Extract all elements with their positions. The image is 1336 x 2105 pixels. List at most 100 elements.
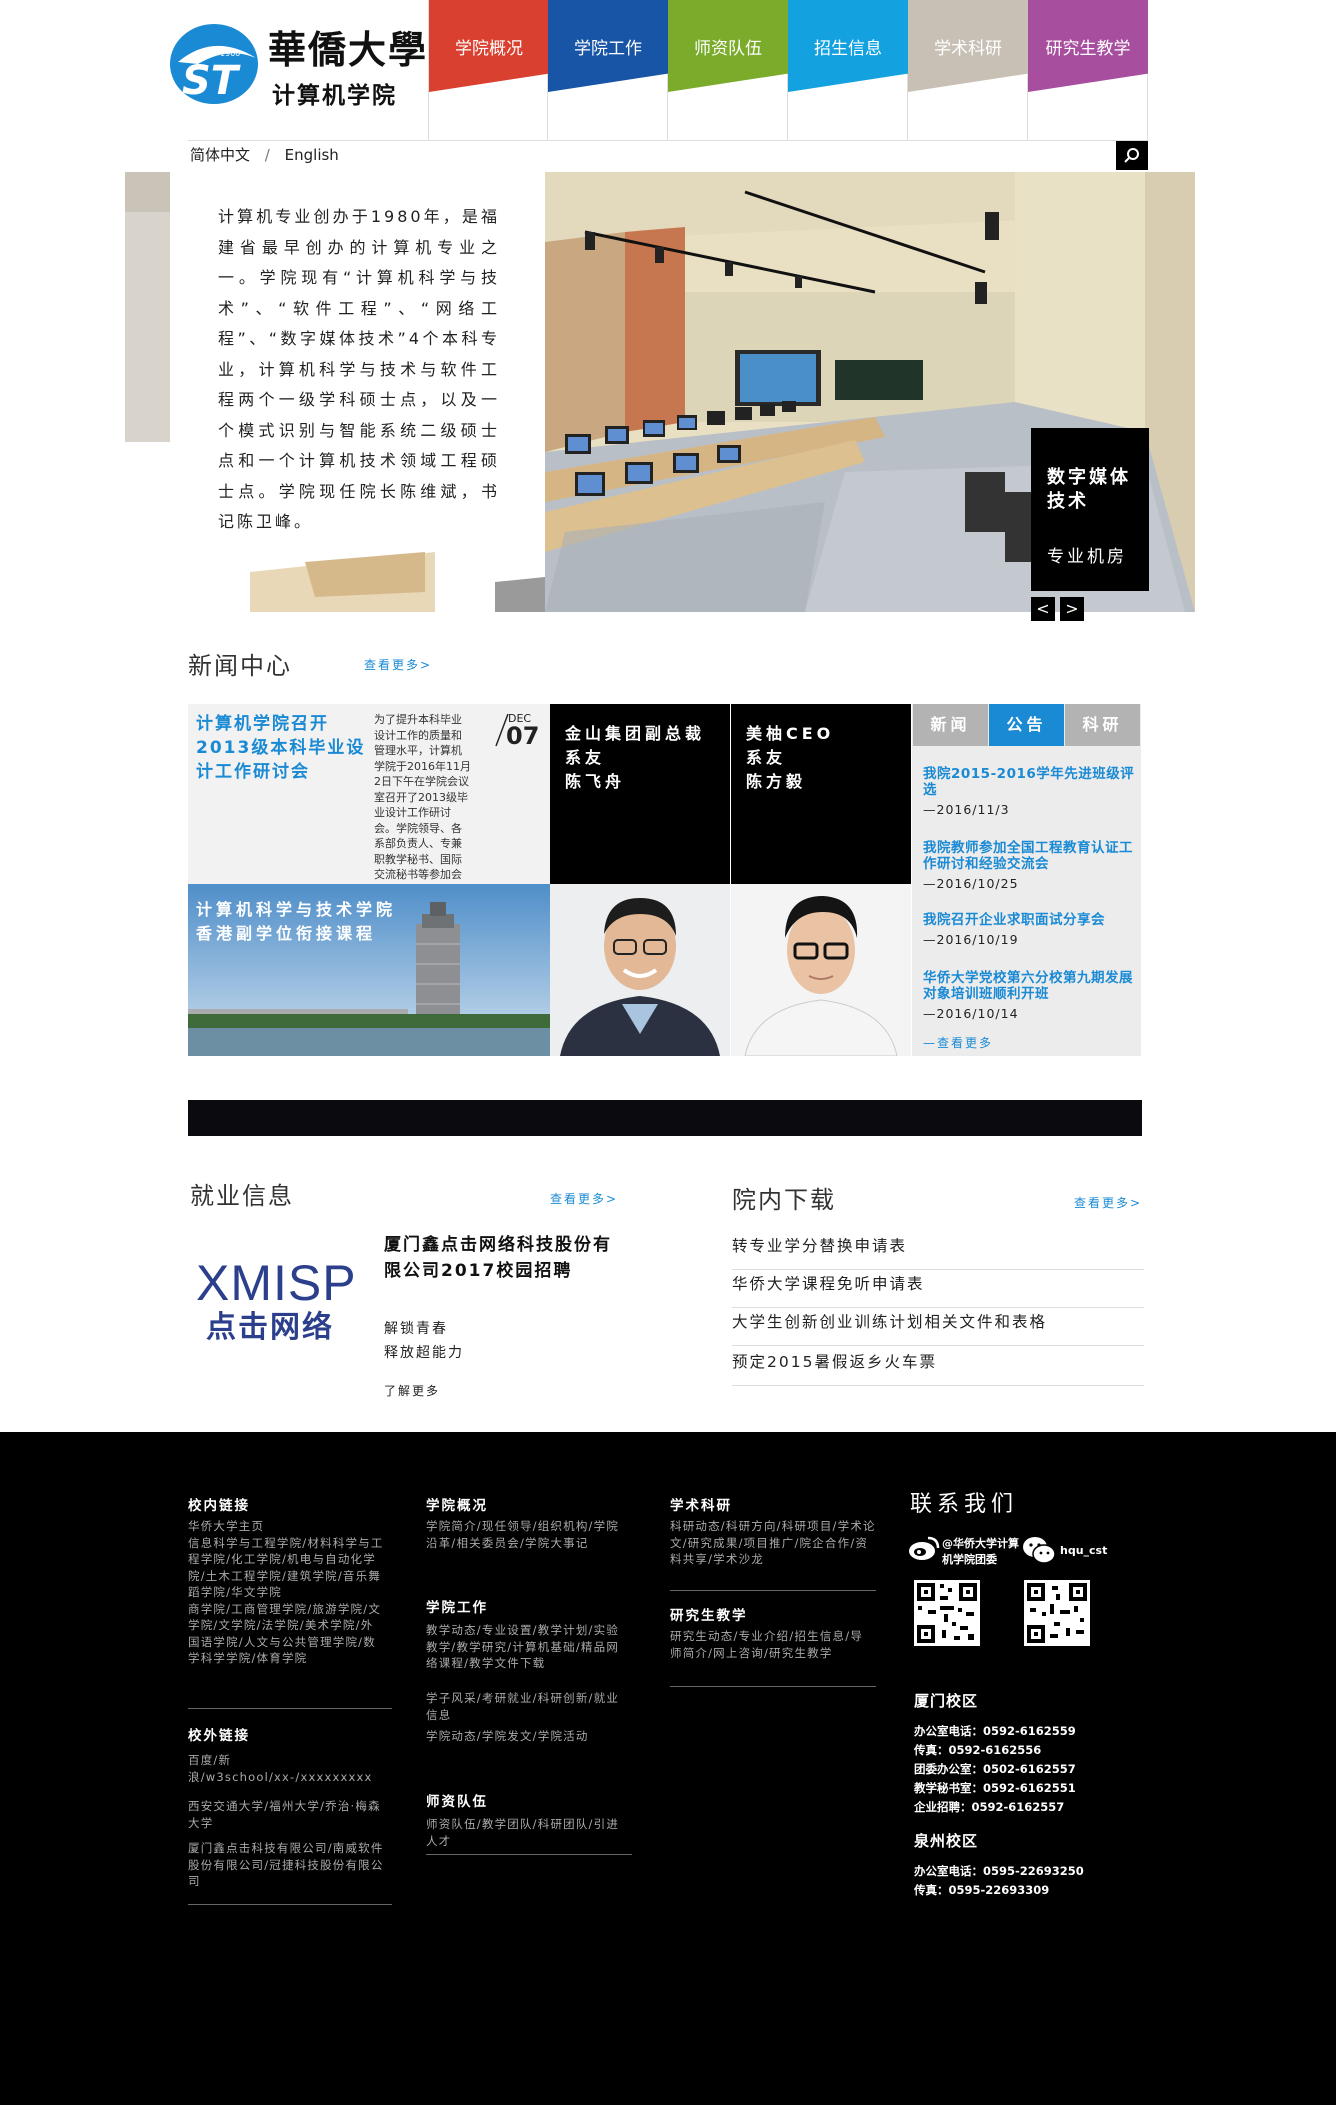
news-section-title: 新闻中心 [188,652,292,680]
college-intro-text: 计算机专业创办于1980年，是福建省最早创办的计算机专业之一。学院现有“计算机科… [218,207,500,531]
weibo-qr-code [914,1580,980,1646]
alumni-card-chen-fangyi[interactable]: 美柚CEO 系友 陈方毅 [731,704,911,884]
work-links[interactable]: 教学动态/专业设置/教学计划/实验教学/教学研究/计算机基础/精品网络课程/教学… [426,1622,620,1672]
hero-caption-box: 数字媒体技术 专业机房 [1031,428,1149,591]
featured-news-body: 为了提升本科毕业设计工作的质量和管理水平，计算机学院于2016年11月2日下午在… [374,713,471,897]
downloads-section-title: 院内下载 [732,1186,836,1214]
hero-caption-title: 数字媒体技术 [1047,467,1131,512]
footer-divider [670,1686,876,1687]
nav-tab-label: 学术科研 [934,39,1002,59]
notice-title[interactable]: 我院2015-2016学年先进班级评选 [923,766,1135,798]
notice-title[interactable]: 我院教师参加全国工程教育认证工作研讨和经验交流会 [923,840,1135,872]
notice-title[interactable]: 华侨大学党校第六分校第九期发展对象培训班顺利开班 [923,970,1135,1002]
wechat-account[interactable]: hqu_cst [1060,1544,1107,1557]
featured-news-title[interactable]: 计算机学院召开2013级本科毕业设计工作研讨会 [196,712,368,784]
nav-tab-research[interactable]: 学术科研 [908,0,1028,140]
nav-tab-overview[interactable]: 学院概况 [428,0,549,140]
nav-tab-graduate[interactable]: 研究生教学 [1028,0,1148,140]
hero-caption-subtitle: 专业机房 [1047,547,1127,567]
external-links-title: 校外链接 [188,1728,250,1744]
nav-tab-label: 学院工作 [574,39,642,59]
faculty-links-title: 师资队伍 [426,1794,488,1810]
lang-separator: / [264,146,270,164]
language-switcher: 简体中文 / English [190,144,349,165]
job-posting-title[interactable]: 厦门鑫点击网络科技股份有限公司2017校园招聘 [384,1232,614,1284]
lang-chinese-link[interactable]: 简体中文 [190,146,250,164]
xiamen-phone-league: 团委办公室：0502-6162557 [914,1762,1076,1776]
weibo-account[interactable]: @华侨大学计算机学院团委 [942,1536,1022,1568]
external-link[interactable]: 厦门鑫点击科技有限公司/南威软件股份有限公司/冠捷科技股份有限公司 [188,1840,388,1890]
alumni-title: 美柚CEO [746,724,835,743]
xiamen-phone-office: 办公室电话：0592-6162559 [914,1724,1076,1738]
news-date-badge: DEC 07 [492,710,548,750]
header-divider [188,140,1148,141]
external-link[interactable]: 百度/新浪/w3school/xx-/xxxxxxxxx [188,1752,388,1785]
promo-text: 计算机科学与技术学院 香港副学位衔接课程 [196,898,396,946]
xiamen-fax: 传真：0592-6162556 [914,1743,1042,1757]
alumni-name: 陈飞舟 [565,772,626,791]
svg-text:ST: ST [182,58,241,104]
footer-divider [670,1590,876,1591]
alumni-card-chen-feizhou[interactable]: 金山集团副总裁 系友 陈飞舟 [550,704,730,884]
xmisp-company-logo[interactable]: XMISP 点击网络 [196,1256,368,1356]
campus-links-list[interactable]: 华侨大学主页 信息科学与工程学院/材料科学与工程学院/化工学院/机电与自动化学院… [188,1518,384,1667]
college-emblem-logo[interactable]: ST 1960 [168,22,260,106]
weibo-icon[interactable] [908,1534,940,1562]
tab-research[interactable]: 科研 [1065,704,1140,746]
notice-item[interactable]: 我院教师参加全国工程教育认证工作研讨和经验交流会 —2016/10/25 [923,840,1135,891]
research-links[interactable]: 科研动态/科研方向/科研项目/学术论文/研究成果/项目推广/院企合作/资料共享/… [670,1518,876,1568]
work-links[interactable]: 学院动态/学院发文/学院活动 [426,1728,620,1745]
nav-tab-faculty[interactable]: 师资队伍 [668,0,788,140]
tab-announcements[interactable]: 公告 [989,704,1064,746]
download-item[interactable]: 转专业学分替换申请表 [732,1232,1144,1270]
work-links[interactable]: 学子风采/考研就业/科研创新/就业信息 [426,1690,620,1723]
search-button[interactable] [1116,141,1148,170]
wechat-qr-code [1024,1580,1090,1646]
downloads-more-link[interactable]: 查看更多> [1074,1194,1142,1211]
overview-links[interactable]: 学院简介/现任领导/组织机构/学院沿革/相关委员会/学院大事记 [426,1518,620,1551]
hero-prev-button[interactable]: < [1031,597,1055,621]
nav-tab-label: 学院概况 [455,39,523,59]
download-item[interactable]: 华侨大学课程免听申请表 [732,1270,1144,1308]
grad-links-title: 研究生教学 [670,1608,748,1624]
alumni-role: 系友 [746,748,787,767]
college-name: 计算机学院 [272,83,397,109]
jobs-section-title: 就业信息 [190,1182,294,1210]
divider-band [188,1100,1142,1136]
notice-item[interactable]: 我院召开企业求职面试分享会 —2016/10/19 [923,912,1135,947]
hero-next-button[interactable]: > [1060,597,1084,621]
footer-divider [188,1708,392,1709]
notice-date: —2016/10/19 [923,932,1019,947]
lang-english-link[interactable]: English [285,146,339,164]
university-name-logo[interactable]: 華僑大學 [268,28,428,72]
alumni-title: 金山集团副总裁 [565,724,706,743]
external-link[interactable]: 西安交通大学/福州大学/乔治·梅森大学 [188,1798,388,1831]
notice-item[interactable]: 华侨大学党校第六分校第九期发展对象培训班顺利开班 —2016/10/14 [923,970,1135,1021]
xiamen-phone-recruit: 企业招聘：0592-6162557 [914,1800,1065,1814]
nav-tab-work[interactable]: 学院工作 [548,0,668,140]
logo-text-cn: 点击网络 [206,1310,334,1345]
campus-links-title: 校内链接 [188,1498,250,1514]
nav-tab-admissions[interactable]: 招生信息 [788,0,908,140]
portrait-chen-fangyi [731,884,911,1056]
download-item[interactable]: 预定2015暑假返乡火车票 [732,1348,1144,1386]
notice-item[interactable]: 我院2015-2016学年先进班级评选 —2016/11/3 [923,766,1135,817]
grad-links[interactable]: 研究生动态/专业介绍/招生信息/导师简介/网上咨询/研究生教学 [670,1628,864,1661]
notice-more-link[interactable]: —查看更多 [923,1034,993,1051]
footer-divider [426,1854,632,1855]
jobs-more-link[interactable]: 查看更多> [550,1190,618,1207]
news-date-day: 07 [506,722,540,750]
search-icon [1124,148,1139,163]
faculty-links[interactable]: 师资队伍/教学团队/科研团队/引进人才 [426,1816,620,1849]
wechat-icon[interactable] [1022,1536,1056,1564]
alumni-name: 陈方毅 [746,772,807,791]
nav-tab-label: 招生信息 [814,39,882,59]
notice-title[interactable]: 我院召开企业求职面试分享会 [923,912,1135,928]
download-item[interactable]: 大学生创新创业训练计划相关文件和表格 [732,1308,1144,1346]
tab-news[interactable]: 新闻 [913,704,988,746]
research-links-title: 学术科研 [670,1498,732,1514]
work-links-title: 学院工作 [426,1600,488,1616]
job-detail-link[interactable]: 了解更多 [384,1382,440,1399]
news-more-link[interactable]: 查看更多> [364,656,432,673]
portrait-chen-feizhou [550,884,730,1056]
